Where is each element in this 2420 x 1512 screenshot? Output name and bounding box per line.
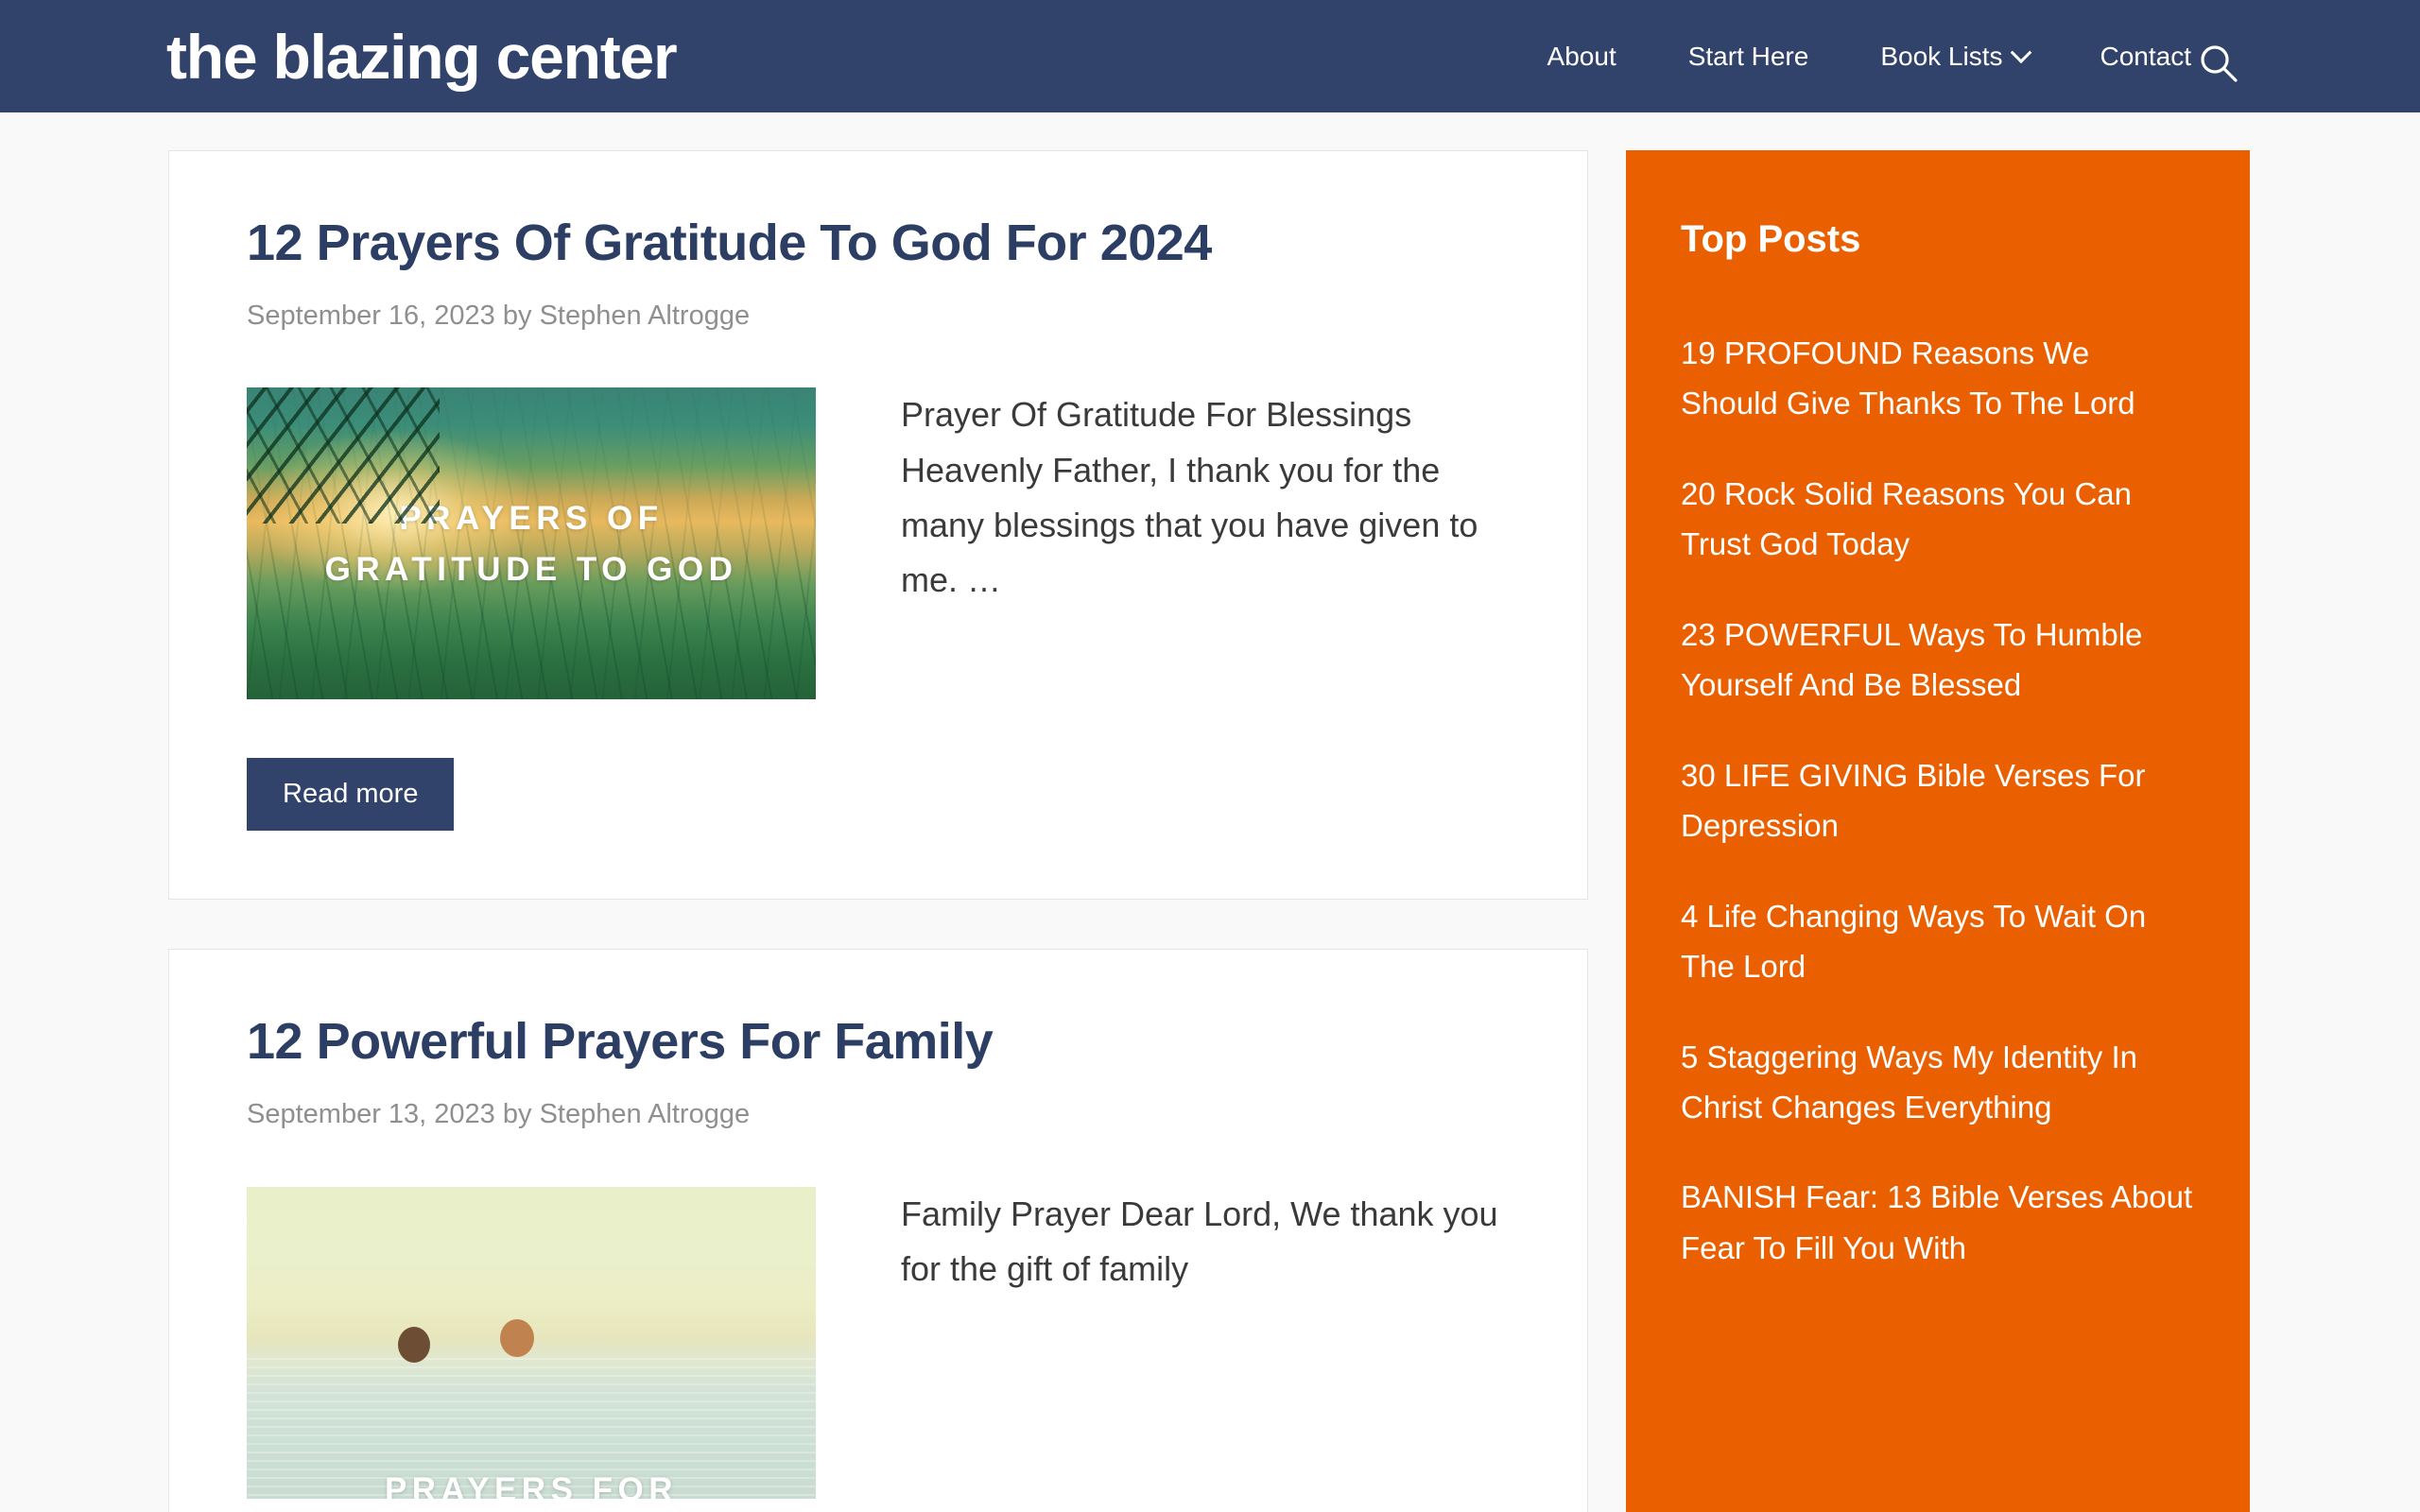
- search-icon[interactable]: [2197, 42, 2240, 85]
- nav-item-label: Book Lists: [1880, 41, 2003, 71]
- nav-item-label: About: [1547, 41, 1616, 71]
- article-excerpt: Family Prayer Dear Lord, We thank you fo…: [901, 1194, 1498, 1288]
- article-meta: September 13, 2023 by Stephen Altrogge: [247, 1095, 1510, 1134]
- article-author[interactable]: Stephen Altrogge: [540, 1099, 751, 1129]
- page-body: 12 Prayers Of Gratitude To God For 2024 …: [0, 112, 2420, 1512]
- article-meta: September 16, 2023 by Stephen Altrogge: [247, 297, 1510, 335]
- article-title[interactable]: 12 Powerful Prayers For Family: [247, 1012, 1510, 1073]
- sidebar-link[interactable]: 5 Staggering Ways My Identity In Christ …: [1681, 1032, 2195, 1133]
- sidebar-link[interactable]: 30 LIFE GIVING Bible Verses For Depressi…: [1681, 750, 2195, 851]
- sidebar-title: Top Posts: [1681, 218, 1861, 260]
- nav-item-book-lists[interactable]: Book Lists: [1844, 41, 2064, 71]
- article-excerpt: Prayer Of Gratitude For Blessings Heaven…: [901, 395, 1478, 600]
- read-more-button[interactable]: Read more: [247, 758, 455, 832]
- sidebar-link[interactable]: 4 Life Changing Ways To Wait On The Lord: [1681, 891, 2195, 992]
- article-date: September 13, 2023: [247, 1099, 495, 1130]
- thumbnail-figure: [500, 1318, 534, 1357]
- article-body: Prayers for Family Prayer Dear Lord, We …: [247, 1186, 1510, 1499]
- article-thumbnail[interactable]: Prayers of Gratitude to God: [247, 387, 816, 700]
- sidebar-link[interactable]: 19 PROFOUND Reasons We Should Give Thank…: [1681, 328, 2195, 429]
- thumbnail-overlay-text: Prayers for: [384, 1471, 679, 1499]
- site-logo[interactable]: the blazing center: [166, 26, 678, 88]
- nav-item-about[interactable]: About: [1512, 43, 1652, 70]
- article-card: 12 Powerful Prayers For Family September…: [168, 949, 1588, 1512]
- sidebar: Top Posts 19 PROFOUND Reasons We Should …: [1626, 150, 2250, 1512]
- main-content: 12 Prayers Of Gratitude To God For 2024 …: [168, 150, 1588, 1512]
- thumbnail-figure: [398, 1326, 430, 1363]
- site-header: the blazing center About Start Here Book…: [0, 0, 2420, 112]
- article-body: Prayers of Gratitude to God Prayer Of Gr…: [247, 387, 1510, 700]
- article-date: September 16, 2023: [247, 300, 495, 331]
- article-title[interactable]: 12 Prayers Of Gratitude To God For 2024: [247, 214, 1510, 274]
- thumbnail-overlay-text: Prayers of Gratitude to God: [324, 500, 738, 588]
- main-navigation: About Start Here Book Lists Contact: [1512, 41, 2227, 71]
- article-card: 12 Prayers Of Gratitude To God For 2024 …: [168, 150, 1588, 901]
- sidebar-link[interactable]: 23 POWERFUL Ways To Humble Yourself And …: [1681, 610, 2195, 711]
- sidebar-link[interactable]: 20 Rock Solid Reasons You Can Trust God …: [1681, 469, 2195, 570]
- nav-item-label: Start Here: [1687, 41, 1809, 71]
- nav-item-start-here[interactable]: Start Here: [1652, 43, 1845, 70]
- chevron-down-icon: [2010, 41, 2031, 63]
- article-author[interactable]: Stephen Altrogge: [540, 301, 751, 331]
- nav-item-label: Contact: [2100, 41, 2192, 71]
- sidebar-link[interactable]: BANISH Fear: 13 Bible Verses About Fear …: [1681, 1172, 2195, 1273]
- article-by-label: by: [502, 300, 532, 331]
- article-thumbnail[interactable]: Prayers for: [247, 1186, 816, 1499]
- article-by-label: by: [502, 1099, 532, 1130]
